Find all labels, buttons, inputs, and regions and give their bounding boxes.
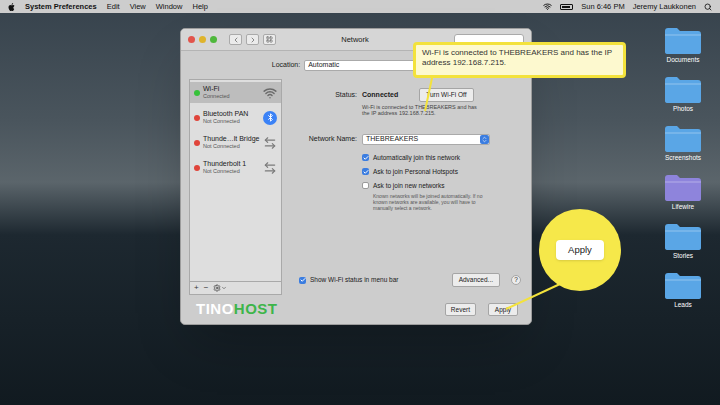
back-button[interactable] xyxy=(229,34,242,45)
checkbox[interactable] xyxy=(362,154,369,161)
turn-wifi-off-button[interactable]: Turn Wi-Fi Off xyxy=(419,88,473,102)
check-icon xyxy=(363,169,369,175)
chevrons-icon xyxy=(481,136,488,143)
check-icon xyxy=(363,155,369,161)
checkbox[interactable] xyxy=(299,277,306,284)
service-list: Wi-FiConnected Bluetooth PANNot Connected… xyxy=(189,79,282,295)
service-item[interactable]: Wi-FiConnected xyxy=(190,82,281,103)
search-icon[interactable] xyxy=(704,3,712,11)
checkbox[interactable] xyxy=(362,182,369,189)
folder-icon xyxy=(664,174,702,202)
desktop-folder[interactable]: Stories xyxy=(664,223,702,260)
apple-icon[interactable] xyxy=(8,3,15,11)
grid-icon xyxy=(266,36,273,43)
folder-icon xyxy=(664,27,702,55)
user-name[interactable]: Jeremy Laukkonen xyxy=(633,1,696,12)
menu-item[interactable]: Edit xyxy=(107,1,120,12)
thunderbolt-icon xyxy=(263,136,277,150)
status-dot xyxy=(194,165,200,171)
service-toolbar-button[interactable]: − xyxy=(204,284,209,292)
desktop-folder[interactable]: Lifewire xyxy=(664,174,702,211)
apply-callout-button: Apply xyxy=(556,240,604,260)
window-button[interactable]: Apply xyxy=(488,303,518,317)
network-name-row: Network Name:THEBREAKERS xyxy=(291,134,523,145)
menu-item[interactable]: Help xyxy=(192,1,207,12)
menu-app[interactable]: System Preferences xyxy=(25,1,97,12)
thunderbolt-icon xyxy=(263,161,277,175)
clock[interactable]: Sun 6:46 PM xyxy=(581,1,624,12)
service-toolbar-button[interactable]: + xyxy=(194,284,199,292)
folder-icon xyxy=(664,76,702,104)
service-item[interactable]: Thunde…lt BridgeNot Connected xyxy=(190,132,281,153)
action-menu[interactable] xyxy=(213,284,227,292)
advanced-button[interactable]: Advanced... xyxy=(452,273,500,287)
option-row[interactable]: Ask to join Personal Hotspots xyxy=(362,168,523,176)
status-dot xyxy=(194,115,200,121)
close-button[interactable] xyxy=(188,36,195,43)
forward-icon xyxy=(249,36,257,44)
status-dot xyxy=(194,140,200,146)
service-item[interactable]: Thunderbolt 1Not Connected xyxy=(190,157,281,178)
check-icon xyxy=(300,277,306,283)
location-select[interactable]: Automatic xyxy=(304,60,430,71)
battery-icon[interactable] xyxy=(560,4,573,10)
desktop-folder[interactable]: Leads xyxy=(664,272,702,309)
watermark: TINOHOST xyxy=(196,300,278,318)
desktop: System Preferences Edit View Window Help Sun … xyxy=(0,0,720,405)
gear-icon xyxy=(213,284,221,292)
main-area: Wi-FiConnected Bluetooth PANNot Connected… xyxy=(181,79,531,295)
desktop-folder[interactable]: Photos xyxy=(664,76,702,113)
zoom-button[interactable] xyxy=(210,36,217,43)
desktop-folder[interactable]: Documents xyxy=(664,27,702,64)
detail-footer: Show Wi-Fi status in menu bar Advanced...… xyxy=(291,273,523,287)
bluetooth-icon xyxy=(263,111,277,125)
menu-item[interactable]: Window xyxy=(156,1,183,12)
status-dot xyxy=(194,90,200,96)
chevron-icon xyxy=(221,285,227,291)
service-item[interactable]: Bluetooth PANNot Connected xyxy=(190,107,281,128)
option-row[interactable]: Automatically join this network xyxy=(362,154,523,162)
location-label: Location: xyxy=(272,60,300,71)
checkbox[interactable] xyxy=(362,168,369,175)
callout-circle: Apply xyxy=(539,209,621,291)
window-button[interactable]: Revert xyxy=(445,303,476,317)
show-all-button[interactable] xyxy=(263,34,276,45)
forward-button[interactable] xyxy=(246,34,259,45)
folder-icon xyxy=(664,272,702,300)
desktop-icons: Documents Photos Screenshots Lifewire Storie… xyxy=(656,27,710,309)
show-status-row[interactable]: Show Wi-Fi status in menu bar xyxy=(299,275,399,285)
service-toolbar: +− xyxy=(190,281,281,294)
desktop-folder[interactable]: Screenshots xyxy=(664,125,702,162)
menu-bar: System Preferences Edit View Window Help Sun … xyxy=(0,0,720,13)
network-name-select[interactable]: THEBREAKERS xyxy=(362,134,490,145)
options-note: Known networks will be joined automatica… xyxy=(373,193,491,211)
wifi-status-icon[interactable] xyxy=(543,2,552,11)
option-row[interactable]: Ask to join new networks xyxy=(362,182,523,190)
minimize-button[interactable] xyxy=(199,36,206,43)
menu-item[interactable]: View xyxy=(130,1,146,12)
wifi-icon xyxy=(263,86,277,100)
back-icon xyxy=(232,36,240,44)
folder-icon xyxy=(664,125,702,153)
folder-icon xyxy=(664,223,702,251)
callout-box: Wi-Fi is connected to THEBREAKERS and ha… xyxy=(413,42,626,78)
detail-pane: Status:ConnectedTurn Wi-Fi OffWi-Fi is c… xyxy=(291,79,523,295)
status-description: Wi-Fi is connected to THEBREAKERS and ha… xyxy=(362,104,480,117)
status-row: Status:ConnectedTurn Wi-Fi Off xyxy=(291,88,523,102)
status-value: Connected xyxy=(362,90,398,101)
help-button[interactable]: ? xyxy=(511,275,521,285)
options: Automatically join this network Ask to jo… xyxy=(362,154,523,211)
